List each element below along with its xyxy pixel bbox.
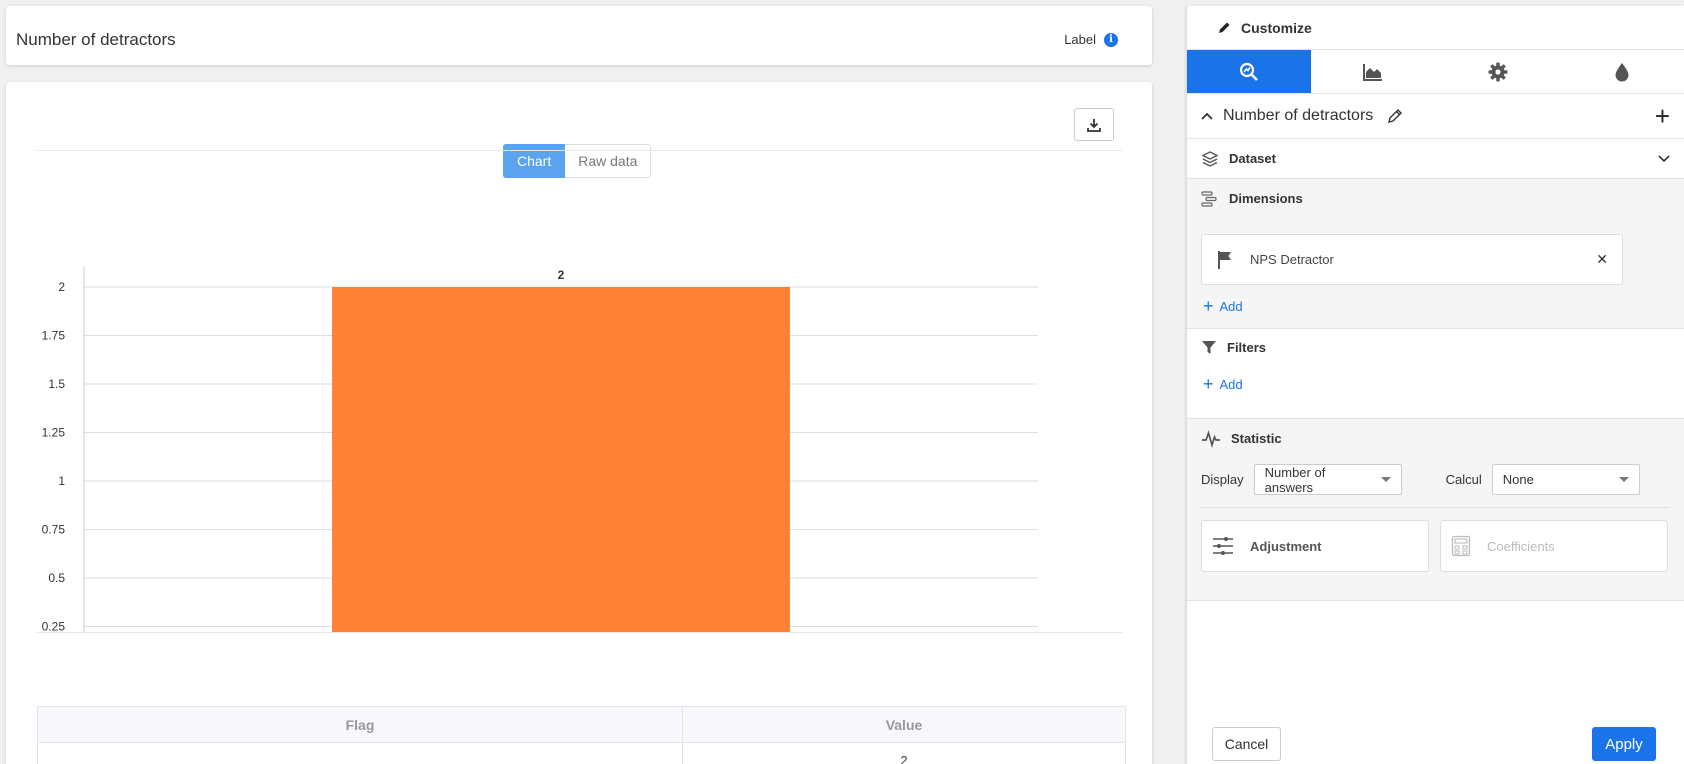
raw-data-table: Flag Value 2 [37,706,1126,764]
table-row: 2 [37,742,1126,764]
statistic-section: Statistic Display Number of answers Calc… [1187,419,1684,601]
calcul-value: None [1502,472,1534,487]
dataset-title: Dataset [1229,151,1276,166]
tab-style[interactable] [1560,50,1684,93]
sliders-icon [1213,537,1233,555]
add-measure-button[interactable]: + [1655,103,1670,129]
y-tick-label: 0.5 [48,571,65,585]
query-icon [1240,62,1259,81]
gear-icon [1488,62,1508,81]
customize-panel: Customize Number of detractors + Dataset… [1186,6,1684,764]
apply-button[interactable]: Apply [1592,727,1656,761]
measure-header: Number of detractors + [1187,94,1684,139]
y-tick-label: 1 [58,474,65,488]
calculator-icon [1451,535,1471,557]
add-dimension-button[interactable]: + Add [1187,293,1684,319]
label-toggle[interactable]: Label i [1064,32,1118,47]
table-cell-value: 2 [682,742,1126,764]
statistic-header: Statistic [1187,419,1684,458]
statistic-title: Statistic [1231,431,1282,446]
tab-settings[interactable] [1436,50,1560,93]
info-icon[interactable]: i [1104,32,1118,47]
calcul-select[interactable]: None [1491,464,1640,495]
statistic-options: Adjustment Coefficients [1201,507,1670,572]
statistic-controls: Display Number of answers Calcul None [1187,464,1684,495]
display-select[interactable]: Number of answers [1253,464,1402,495]
dimensions-section: Dimensions NPS Detractor ✕ + Add [1187,179,1684,329]
customize-header: Customize [1187,6,1684,50]
column-header-value: Value [682,706,1126,743]
chevron-down-icon[interactable] [1658,154,1670,164]
divider [36,632,1122,633]
pencil-icon [1219,22,1230,33]
filters-header: Filters [1187,329,1684,365]
display-label: Display [1201,472,1244,487]
layers-icon [1201,150,1219,167]
download-button[interactable] [1074,108,1114,141]
add-filter-button[interactable]: + Add [1187,371,1684,397]
bar [332,287,790,632]
y-tick-label: 1.25 [42,426,66,440]
calcul-label: Calcul [1445,472,1482,487]
dimensions-header: Dimensions [1187,179,1684,218]
coefficients-button[interactable]: Coefficients [1440,520,1668,572]
caret-down-icon [1380,477,1391,482]
adjustment-label: Adjustment [1250,538,1322,554]
flag-icon [1218,250,1231,269]
y-tick-label: 2 [58,280,65,294]
y-tick-label: 1.75 [42,329,66,343]
caret-down-icon [1618,477,1629,482]
remove-dimension-icon[interactable]: ✕ [1596,251,1608,268]
table-cell-flag [37,742,683,764]
filter-icon [1202,341,1216,354]
drop-icon [1615,62,1629,81]
cancel-button[interactable]: Cancel [1212,727,1281,761]
dimensions-title: Dimensions [1229,191,1303,206]
plus-icon: + [1203,296,1214,316]
widget-title-card: Number of detractors Label i [6,6,1152,65]
widget-title: Number of detractors [16,30,176,49]
data-label: 2 [558,268,565,282]
add-dimension-label: Add [1219,298,1243,314]
dimension-chip[interactable]: NPS Detractor ✕ [1201,234,1623,285]
customize-title: Customize [1241,19,1312,36]
divider [36,150,1122,151]
add-filter-label: Add [1219,376,1243,392]
y-tick-label: 0.25 [42,620,66,633]
chevron-up-icon[interactable] [1201,111,1213,121]
filters-section: Filters + Add [1187,329,1684,419]
download-icon [1087,118,1101,132]
area-chart-icon [1363,63,1383,81]
bar-chart: 00.250.50.7511.251.51.7522NPS Detractor [42,267,1038,633]
coefficients-label: Coefficients [1487,538,1555,554]
tab-query[interactable] [1187,50,1312,93]
label-text: Label [1064,32,1096,47]
y-tick-label: 0.75 [42,523,66,537]
pulse-icon [1202,429,1220,448]
plus-icon: + [1203,374,1214,394]
panel-tabs [1187,50,1684,94]
y-tick-label: 1.5 [48,377,65,391]
dimension-label: NPS Detractor [1250,252,1334,267]
dimensions-icon [1201,190,1217,207]
chart-card: Chart Raw data 00.250.50.7511.251.51.752… [6,82,1152,764]
edit-pencil-icon[interactable] [1387,108,1403,124]
display-value: Number of answers [1264,464,1326,495]
filters-title: Filters [1227,339,1267,355]
adjustment-button[interactable]: Adjustment [1201,520,1429,572]
tab-chart[interactable] [1311,50,1435,93]
measure-title: Number of detractors [1223,107,1374,124]
column-header-flag: Flag [37,706,683,743]
dataset-header[interactable]: Dataset [1187,139,1684,178]
dataset-section: Dataset [1187,139,1684,179]
